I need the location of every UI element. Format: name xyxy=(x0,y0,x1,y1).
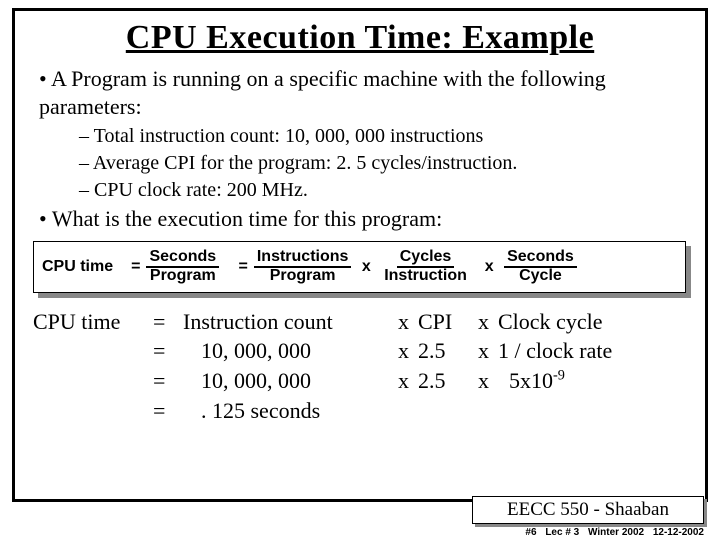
frac-instructions-program: Instructions Program xyxy=(254,249,352,285)
sci-exp: -9 xyxy=(553,368,565,384)
frac-num: Cycles xyxy=(397,249,455,268)
derivation-term: Clock cycle xyxy=(498,307,691,337)
times-sign: x xyxy=(398,307,418,337)
equals-sign: = xyxy=(153,366,183,396)
bullet-intro: A Program is running on a specific machi… xyxy=(39,65,691,120)
equals-sign: = xyxy=(153,336,183,366)
frac-seconds-program: Seconds Program xyxy=(146,249,219,285)
frac-cycles-instruction: Cycles Instruction xyxy=(381,249,470,285)
equals-sign: = xyxy=(131,258,140,276)
course-box: EECC 550 - Shaaban xyxy=(472,496,704,524)
footer-lec: Lec # 3 xyxy=(545,527,579,538)
sci-base: 5x10 xyxy=(509,368,553,393)
derivation-row-4: = . 125 seconds xyxy=(33,396,691,426)
derivation: CPU time = Instruction count x CPI x Clo… xyxy=(33,307,691,426)
times-sign: x xyxy=(398,366,418,396)
derivation-row-1: CPU time = Instruction count x CPI x Clo… xyxy=(33,307,691,337)
times-sign: x xyxy=(476,258,498,276)
frac-den: Instruction xyxy=(381,268,470,285)
bullet-question: What is the execution time for this prog… xyxy=(39,205,691,233)
bullet-param-0: Total instruction count: 10, 000, 000 in… xyxy=(79,124,691,149)
footer-slide-num: #6 xyxy=(525,527,536,538)
derivation-term: 2.5 xyxy=(418,336,478,366)
derivation-term: CPI xyxy=(418,307,478,337)
frac-den: Program xyxy=(267,268,339,285)
bullet-param-2: CPU clock rate: 200 MHz. xyxy=(79,178,691,203)
bullet-param-1: Average CPI for the program: 2. 5 cycles… xyxy=(79,151,691,176)
frac-seconds-cycle: Seconds Cycle xyxy=(504,249,577,285)
times-sign: x xyxy=(398,336,418,366)
derivation-term: Instruction count xyxy=(183,307,398,337)
frac-num: Seconds xyxy=(504,249,577,268)
frac-num: Seconds xyxy=(146,249,219,268)
equals-sign: = xyxy=(153,396,183,426)
derivation-result: . 125 seconds xyxy=(183,396,398,426)
footer-term: Winter 2002 xyxy=(588,527,644,538)
times-sign: x xyxy=(478,366,498,396)
footer: #6 Lec # 3 Winter 2002 12-12-2002 xyxy=(519,527,704,538)
derivation-row-3: = 10, 000, 000 x 2.5 x 5x10-9 xyxy=(33,366,691,396)
derivation-lhs: CPU time xyxy=(33,307,153,337)
formula-content: CPU time = Seconds Program = Instruction… xyxy=(33,241,686,293)
frac-den: Cycle xyxy=(516,268,565,285)
footer-date: 12-12-2002 xyxy=(653,527,704,538)
derivation-row-2: = 10, 000, 000 x 2.5 x 1 / clock rate xyxy=(33,336,691,366)
frac-num: Instructions xyxy=(254,249,352,268)
slide-frame: CPU Execution Time: Example A Program is… xyxy=(12,8,708,502)
course-label: EECC 550 - Shaaban xyxy=(472,496,704,524)
equals-sign: = xyxy=(153,307,183,337)
times-sign: x xyxy=(357,258,375,276)
times-sign: x xyxy=(478,307,498,337)
derivation-term: 5x10-9 xyxy=(498,366,691,396)
frac-den: Program xyxy=(147,268,219,285)
equals-sign: = xyxy=(225,258,248,276)
derivation-term: 1 / clock rate xyxy=(498,336,691,366)
formula-lhs: CPU time xyxy=(42,258,113,276)
slide-title: CPU Execution Time: Example xyxy=(29,19,691,57)
formula-box: CPU time = Seconds Program = Instruction… xyxy=(33,241,691,297)
derivation-term: 10, 000, 000 xyxy=(183,336,398,366)
derivation-term: 2.5 xyxy=(418,366,478,396)
times-sign: x xyxy=(478,336,498,366)
derivation-term: 10, 000, 000 xyxy=(183,366,398,396)
